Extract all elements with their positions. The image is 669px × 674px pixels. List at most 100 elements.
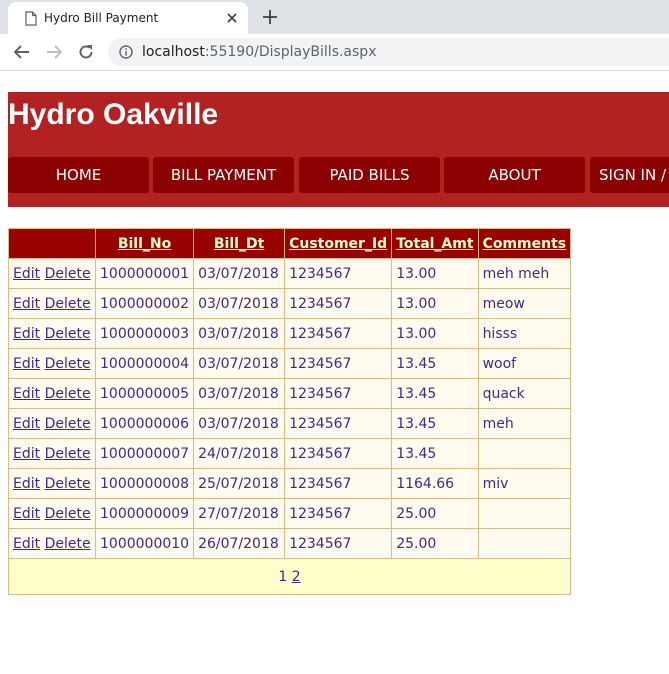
customer-id-cell: 1234567 bbox=[284, 498, 393, 529]
sort-link-comments[interactable]: Comments bbox=[483, 236, 567, 252]
table-row: Edit Delete 1000000002 03/07/2018 1234567 13… bbox=[8, 288, 572, 319]
total-amt-cell: 25.00 bbox=[391, 528, 479, 559]
bill-dt-cell: 03/07/2018 bbox=[193, 348, 286, 379]
edit-link[interactable]: Edit bbox=[13, 326, 40, 342]
bill-no-cell: 1000000008 bbox=[94, 468, 195, 499]
reload-icon[interactable] bbox=[77, 43, 95, 61]
url-path: :55190/DisplayBills.aspx bbox=[204, 44, 377, 60]
row-actions-cell: Edit Delete bbox=[8, 288, 96, 319]
tab-title: Hydro Bill Payment bbox=[44, 11, 159, 25]
page-icon bbox=[25, 11, 37, 26]
delete-link[interactable]: Delete bbox=[45, 506, 91, 522]
edit-link[interactable]: Edit bbox=[13, 296, 40, 312]
edit-link[interactable]: Edit bbox=[13, 536, 40, 552]
row-actions-cell: Edit Delete bbox=[8, 378, 96, 409]
comments-cell: meh meh bbox=[477, 258, 572, 289]
row-actions-cell: Edit Delete bbox=[8, 318, 96, 349]
row-actions-cell: Edit Delete bbox=[8, 348, 96, 379]
customer-id-cell: 1234567 bbox=[284, 378, 393, 409]
table-row: Edit Delete 1000000007 24/07/2018 1234567 13… bbox=[8, 438, 572, 469]
total-amt-cell: 25.00 bbox=[391, 498, 479, 529]
bill-no-cell: 1000000002 bbox=[94, 288, 195, 319]
delete-link[interactable]: Delete bbox=[45, 266, 91, 282]
table-header-row: Bill_No Bill_Dt Customer_Id Total_Amt Co… bbox=[8, 228, 572, 259]
forward-arrow-icon[interactable] bbox=[45, 43, 63, 61]
table-row: Edit Delete 1000000005 03/07/2018 1234567 13… bbox=[8, 378, 572, 409]
bills-table: Bill_No Bill_Dt Customer_Id Total_Amt Co… bbox=[7, 228, 572, 595]
site-header: Hydro Oakville HOME BILL PAYMENT PAID BI… bbox=[8, 92, 669, 207]
menu-item-about[interactable]: ABOUT bbox=[444, 157, 585, 193]
browser-tab[interactable]: Hydro Bill Payment bbox=[8, 2, 248, 34]
delete-link[interactable]: Delete bbox=[45, 446, 91, 462]
edit-link[interactable]: Edit bbox=[13, 506, 40, 522]
bill-dt-cell: 26/07/2018 bbox=[193, 528, 286, 559]
delete-link[interactable]: Delete bbox=[45, 386, 91, 402]
total-amt-cell: 13.00 bbox=[391, 258, 479, 289]
edit-link[interactable]: Edit bbox=[13, 446, 40, 462]
delete-link[interactable]: Delete bbox=[45, 296, 91, 312]
delete-link[interactable]: Delete bbox=[45, 356, 91, 372]
menu-item-sign-in[interactable]: SIGN IN / bbox=[590, 157, 669, 193]
menu-item-bill-payment[interactable]: BILL PAYMENT bbox=[153, 157, 294, 193]
pager: 1 2 bbox=[7, 558, 572, 595]
customer-id-cell: 1234567 bbox=[284, 348, 393, 379]
delete-link[interactable]: Delete bbox=[45, 326, 91, 342]
bill-dt-cell: 03/07/2018 bbox=[193, 318, 286, 349]
browser-toolbar: localhost:55190/DisplayBills.aspx bbox=[0, 34, 669, 71]
comments-cell: quack bbox=[477, 378, 572, 409]
total-amt-cell: 13.45 bbox=[391, 438, 479, 469]
delete-link[interactable]: Delete bbox=[45, 476, 91, 492]
pager-row: 1 2 bbox=[7, 558, 572, 595]
column-header-bill-no[interactable]: Bill_No bbox=[94, 228, 195, 259]
delete-link[interactable]: Delete bbox=[45, 536, 91, 552]
close-icon[interactable] bbox=[225, 11, 239, 25]
menu-item-paid-bills[interactable]: PAID BILLS bbox=[299, 157, 440, 193]
address-bar[interactable]: localhost:55190/DisplayBills.aspx bbox=[108, 38, 669, 66]
customer-id-cell: 1234567 bbox=[284, 258, 393, 289]
comments-cell: meh bbox=[477, 408, 572, 439]
total-amt-cell: 13.00 bbox=[391, 288, 479, 319]
row-actions-cell: Edit Delete bbox=[8, 498, 96, 529]
column-header-total-amt[interactable]: Total_Amt bbox=[391, 228, 479, 259]
bill-dt-cell: 03/07/2018 bbox=[193, 288, 286, 319]
new-tab-icon[interactable] bbox=[261, 8, 279, 26]
comments-cell bbox=[477, 498, 572, 529]
url-text[interactable]: localhost:55190/DisplayBills.aspx bbox=[142, 44, 376, 60]
row-actions-cell: Edit Delete bbox=[8, 438, 96, 469]
menu-item-home[interactable]: HOME bbox=[8, 157, 149, 193]
customer-id-cell: 1234567 bbox=[284, 288, 393, 319]
edit-link[interactable]: Edit bbox=[13, 266, 40, 282]
sort-link-customer-id[interactable]: Customer_Id bbox=[289, 236, 387, 252]
pager-link-page-2[interactable]: 2 bbox=[292, 569, 301, 585]
column-header-comments[interactable]: Comments bbox=[477, 228, 572, 259]
edit-link[interactable]: Edit bbox=[13, 356, 40, 372]
bill-dt-cell: 25/07/2018 bbox=[193, 468, 286, 499]
url-host: localhost bbox=[142, 44, 205, 60]
sort-link-bill-dt[interactable]: Bill_Dt bbox=[214, 236, 264, 252]
sort-link-bill-no[interactable]: Bill_No bbox=[118, 236, 171, 252]
row-actions-cell: Edit Delete bbox=[8, 408, 96, 439]
edit-link[interactable]: Edit bbox=[13, 386, 40, 402]
comments-cell: miv bbox=[477, 468, 572, 499]
column-header-bill-dt[interactable]: Bill_Dt bbox=[193, 228, 286, 259]
row-actions-cell: Edit Delete bbox=[8, 258, 96, 289]
bill-dt-cell: 03/07/2018 bbox=[193, 258, 286, 289]
bill-no-cell: 1000000007 bbox=[94, 438, 195, 469]
total-amt-cell: 13.45 bbox=[391, 378, 479, 409]
table-row: Edit Delete 1000000009 27/07/2018 1234567 25… bbox=[8, 498, 572, 529]
sort-link-total-amt[interactable]: Total_Amt bbox=[396, 236, 473, 252]
column-header-customer-id[interactable]: Customer_Id bbox=[284, 228, 393, 259]
site-title: Hydro Oakville bbox=[8, 98, 219, 131]
bill-dt-cell: 24/07/2018 bbox=[193, 438, 286, 469]
table-row: Edit Delete 1000000004 03/07/2018 1234567 13… bbox=[8, 348, 572, 379]
bill-no-cell: 1000000009 bbox=[94, 498, 195, 529]
edit-link[interactable]: Edit bbox=[13, 476, 40, 492]
edit-link[interactable]: Edit bbox=[13, 416, 40, 432]
info-icon[interactable] bbox=[119, 45, 133, 59]
bill-no-cell: 1000000001 bbox=[94, 258, 195, 289]
total-amt-cell: 1164.66 bbox=[391, 468, 479, 499]
total-amt-cell: 13.00 bbox=[391, 318, 479, 349]
back-arrow-icon[interactable] bbox=[13, 43, 31, 61]
bill-dt-cell: 27/07/2018 bbox=[193, 498, 286, 529]
delete-link[interactable]: Delete bbox=[45, 416, 91, 432]
